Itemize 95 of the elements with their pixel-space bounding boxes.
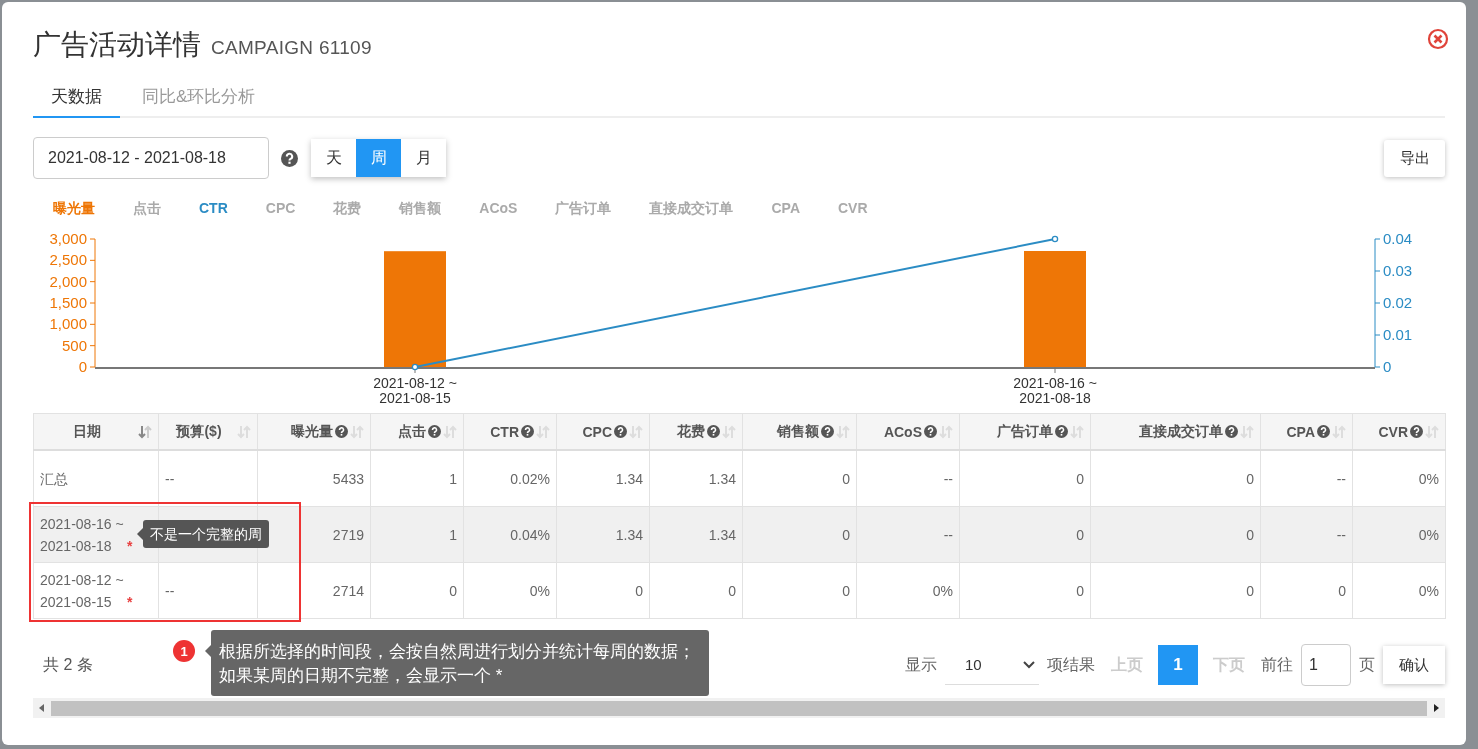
table-cell: 2714 — [332, 582, 364, 599]
table-cell: 0% — [529, 582, 550, 599]
table-cell: 5433 — [332, 470, 364, 487]
table-cell: 0 — [1076, 526, 1084, 543]
table-cell: 0 — [842, 582, 850, 599]
table-cell: 1.34 — [615, 470, 643, 487]
sort-icon[interactable] — [138, 424, 152, 439]
table-cell: 0 — [635, 582, 643, 599]
step-number-badge: 1 — [173, 640, 195, 662]
axis-label: 0 — [78, 358, 87, 375]
table-cell: 0.02% — [510, 470, 550, 487]
column-header[interactable]: ACoS — [883, 423, 922, 440]
asterisk-mark: * — [127, 536, 133, 556]
table-cell: 0.04% — [510, 526, 550, 543]
table-cell: 0 — [842, 470, 850, 487]
scroll-left-icon — [39, 704, 45, 712]
column-header[interactable]: 点击 — [398, 422, 426, 441]
results-label: 项结果 — [1047, 654, 1095, 675]
annotation-text: 如果某周的日期不完整，会显示一个 * — [219, 665, 504, 687]
chart-point — [1051, 235, 1059, 243]
tab[interactable]: 天数据 — [33, 82, 120, 118]
axis-label: 0.02 — [1383, 294, 1413, 311]
period-option[interactable]: 月 — [401, 139, 446, 177]
column-header[interactable]: CVR — [1378, 423, 1408, 440]
table-cell: -- — [1336, 470, 1346, 487]
table-cell: 0 — [449, 582, 457, 599]
table-cell: 1 — [449, 526, 457, 543]
table-cell: -- — [165, 582, 175, 599]
period-option[interactable]: 天 — [311, 139, 356, 177]
horizontal-scrollbar[interactable] — [33, 698, 1445, 718]
table-cell: 2719 — [332, 526, 364, 543]
column-header[interactable]: CPA — [1286, 423, 1315, 440]
table-cell: 0 — [1246, 470, 1254, 487]
column-header[interactable]: 销售额 — [777, 422, 819, 441]
metric-tab[interactable]: CTR — [199, 200, 228, 218]
axis-label: 0.03 — [1383, 262, 1413, 279]
column-header[interactable]: 花费 — [677, 422, 705, 441]
column-header[interactable]: CTR — [490, 423, 519, 440]
table-cell: 1 — [449, 470, 457, 487]
table-cell: 1.34 — [708, 526, 736, 543]
table-cell: 1.34 — [708, 470, 736, 487]
table-cell: 0 — [842, 526, 850, 543]
axis-label: 2,000 — [49, 272, 87, 290]
total-count: 共 2 条 — [43, 654, 93, 675]
asterisk-mark: * — [127, 592, 133, 612]
table-cell: 0 — [1246, 526, 1254, 543]
campaign-id: CAMPAIGN 61109 — [211, 37, 372, 59]
axis-label: 500 — [61, 336, 87, 354]
table-cell: 0 — [1246, 582, 1254, 599]
axis-label: 0.01 — [1383, 326, 1413, 343]
chevron-down-icon — [1023, 660, 1035, 669]
table-cell: 0 — [1076, 470, 1084, 487]
table-cell: 0% — [932, 582, 953, 599]
close-icon[interactable] — [1427, 28, 1449, 50]
goto-label: 前往 — [1261, 654, 1293, 675]
table-cell-text: 2021-08-16 ~ 2021-08-18 — [40, 514, 124, 556]
scrollbar-thumb[interactable] — [51, 700, 1427, 716]
axis-label: 2,500 — [49, 251, 87, 269]
date-range-field[interactable]: 2021-08-12 - 2021-08-18 — [33, 137, 269, 179]
column-header[interactable]: 曝光量 — [291, 422, 333, 441]
page-size-select[interactable]: 10 — [945, 645, 1039, 685]
table-cell: -- — [943, 470, 953, 487]
column-header[interactable]: CPC — [582, 423, 612, 440]
tooltip: 不是一个完整的周 — [143, 520, 269, 548]
page-number-field[interactable]: 1 — [1301, 644, 1351, 686]
table-cell: -- — [943, 526, 953, 543]
axis-label: 2021-08-12 ~ — [373, 375, 457, 391]
chart-point — [411, 363, 419, 371]
export-button[interactable]: 导出 — [1384, 139, 1445, 177]
axis-label: 1,500 — [49, 294, 87, 311]
table-cell: 1.34 — [615, 526, 643, 543]
table-cell-text: 2021-08-12 ~ 2021-08-15 — [40, 570, 124, 612]
table-cell: 0% — [1418, 470, 1439, 487]
axis-label: 1,000 — [49, 315, 87, 333]
table-cell: 0 — [1076, 582, 1084, 599]
table-cell: -- — [1336, 526, 1346, 543]
page-label: 页 — [1359, 654, 1375, 675]
annotation-text: 根据所选择的时间段，会按自然周进行划分并统计每周的数据； — [219, 641, 695, 663]
axis-label: 0 — [1383, 358, 1392, 375]
axis-label: 2021-08-16 ~ — [1013, 375, 1097, 391]
page-size-label: 显示 — [905, 654, 937, 675]
axis-label: 0.04 — [1383, 230, 1413, 247]
help-icon — [281, 149, 298, 167]
axis-label: 3,000 — [49, 230, 87, 247]
confirm-button[interactable]: 确认 — [1383, 646, 1445, 684]
dialog-title: 广告活动详情 — [33, 28, 201, 62]
table-cell: 0 — [1338, 582, 1346, 599]
table-cell-text: 汇总 — [40, 469, 68, 489]
scroll-right-icon — [1433, 704, 1439, 712]
axis-label: 2021-08-15 — [379, 390, 451, 406]
axis-label: 2021-08-18 — [1019, 390, 1091, 406]
table-cell: -- — [165, 470, 175, 487]
table-cell: 0% — [1418, 582, 1439, 599]
table-cell: 0 — [728, 582, 736, 599]
table-cell: 0% — [1418, 526, 1439, 543]
